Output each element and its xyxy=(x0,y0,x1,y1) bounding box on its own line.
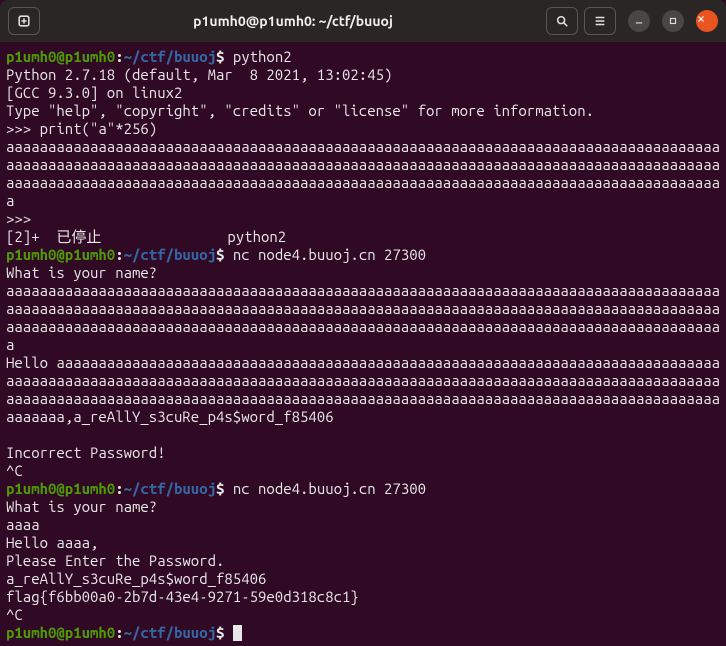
prompt-user: p1umh0@p1umh0 xyxy=(6,480,115,497)
menu-button[interactable] xyxy=(584,7,616,35)
prompt-colon: : xyxy=(115,246,123,263)
new-tab-icon xyxy=(17,14,31,28)
minimize-icon xyxy=(634,16,644,26)
prompt-dollar: $ xyxy=(216,624,233,641)
question-name-1: What is your name? xyxy=(6,264,157,281)
prompt-colon: : xyxy=(115,48,123,65)
question-name-2: What is your name? xyxy=(6,498,157,515)
maximize-icon xyxy=(668,16,678,26)
flag-output: flag{f6bb00a0-2b7d-43e4-9271-59e0d318c8c… xyxy=(6,588,359,605)
prompt-path: ~/ctf/buuoj xyxy=(124,624,216,641)
command-nc-2: nc node4.buuoj.cn 27300 xyxy=(233,480,426,497)
output-a256: aaaaaaaaaaaaaaaaaaaaaaaaaaaaaaaaaaaaaaaa… xyxy=(6,138,720,209)
ctrl-c-2: ^C xyxy=(6,606,23,623)
input-a256: aaaaaaaaaaaaaaaaaaaaaaaaaaaaaaaaaaaaaaaa… xyxy=(6,282,720,353)
prompt-colon: : xyxy=(115,624,123,641)
prompt-dollar: $ xyxy=(216,480,233,497)
prompt-path: ~/ctf/buuoj xyxy=(124,246,216,263)
maximize-button[interactable] xyxy=(662,10,684,32)
minimize-button[interactable] xyxy=(628,10,650,32)
cursor xyxy=(233,625,242,641)
incorrect-password: Incorrect Password! xyxy=(6,444,166,461)
titlebar: p1umh0@p1umh0: ~/ctf/buuoj xyxy=(0,0,726,42)
password-input: a_reAllY_s3cuRe_p4s$word_f85406 xyxy=(6,570,266,587)
python-prompt-1: >>> xyxy=(6,120,40,137)
python-prompt-2: >>> xyxy=(6,210,40,227)
close-icon xyxy=(696,14,706,24)
close-button[interactable] xyxy=(696,10,718,32)
search-button[interactable] xyxy=(546,7,578,35)
search-icon xyxy=(555,14,569,28)
ctrl-c-1: ^C xyxy=(6,462,23,479)
python-banner-3: Type "help", "copyright", "credits" or "… xyxy=(6,102,594,119)
prompt-dollar: $ xyxy=(216,48,233,65)
input-aaaa: aaaa xyxy=(6,516,40,533)
hello-aaaa: Hello aaaa, xyxy=(6,534,98,551)
new-tab-button[interactable] xyxy=(8,7,40,35)
prompt-path: ~/ctf/buuoj xyxy=(124,480,216,497)
terminal-window: p1umh0@p1umh0: ~/ctf/buuoj p1umh0@p1umh0… xyxy=(0,0,726,646)
command-python2: python2 xyxy=(233,48,292,65)
prompt-path: ~/ctf/buuoj xyxy=(124,48,216,65)
prompt-user: p1umh0@p1umh0 xyxy=(6,48,115,65)
please-enter-password: Please Enter the Password. xyxy=(6,552,224,569)
python-banner-2: [GCC 9.3.0] on linux2 xyxy=(6,84,182,101)
job-stopped-line: [2]+ 已停止 python2 xyxy=(6,228,286,245)
prompt-user: p1umh0@p1umh0 xyxy=(6,624,115,641)
window-title: p1umh0@p1umh0: ~/ctf/buuoj xyxy=(46,13,540,29)
hamburger-icon xyxy=(593,14,607,28)
command-nc-1: nc node4.buuoj.cn 27300 xyxy=(233,246,426,263)
prompt-dollar: $ xyxy=(216,246,233,263)
hello-overflow-line: Hello aaaaaaaaaaaaaaaaaaaaaaaaaaaaaaaaaa… xyxy=(6,354,720,425)
python-banner-1: Python 2.7.18 (default, Mar 8 2021, 13:0… xyxy=(6,66,401,83)
prompt-user: p1umh0@p1umh0 xyxy=(6,246,115,263)
prompt-colon: : xyxy=(115,480,123,497)
terminal-body[interactable]: p1umh0@p1umh0:~/ctf/buuoj$ python2 Pytho… xyxy=(0,42,726,646)
python-input-1: print("a"*256) xyxy=(40,120,158,137)
